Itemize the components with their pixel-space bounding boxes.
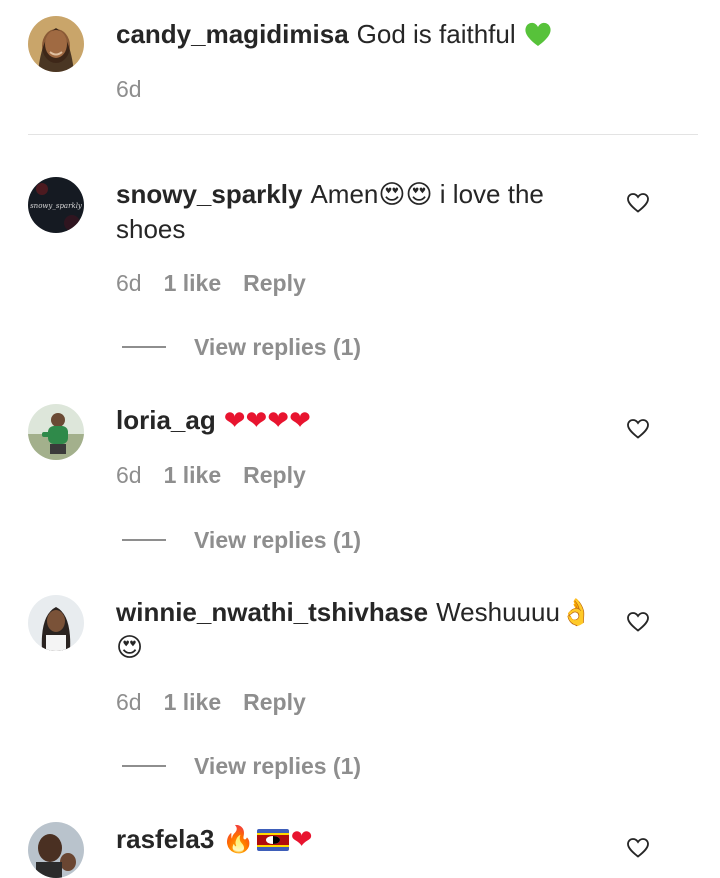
heart-outline-icon[interactable] <box>626 191 650 215</box>
heart-eyes-emoji: 😍😍 <box>378 180 433 210</box>
view-replies-button[interactable]: View replies (1) <box>122 751 361 781</box>
replies-divider-line <box>122 539 166 541</box>
comment-text: winnie_nwathi_tshivhase Weshuuuu👌 😍 <box>116 595 596 665</box>
red-hearts-emoji: ❤❤❤❤ <box>223 406 311 436</box>
comment-time: 6d <box>116 688 142 715</box>
avatar-candy[interactable] <box>28 16 84 72</box>
comment-username[interactable]: snowy_sparkly <box>116 179 302 209</box>
comment-time: 6d <box>116 461 142 488</box>
comment-meta: 6d 1 like Reply <box>116 460 306 490</box>
replies-divider-line <box>122 346 166 348</box>
green-heart-icon <box>525 22 551 46</box>
red-heart-emoji: ❤ <box>290 825 313 855</box>
replies-divider-line <box>122 765 166 767</box>
view-replies-label: View replies (1) <box>194 526 362 553</box>
view-replies-button[interactable]: View replies (1) <box>122 525 361 555</box>
eswatini-flag-icon <box>256 829 289 851</box>
caption-text: candy_magidimisa God is faithful <box>116 17 596 51</box>
ok-hand-emoji: 👌 <box>559 598 593 628</box>
avatar-snowy[interactable]: snowy_sparkly <box>28 177 84 233</box>
caption-username[interactable]: candy_magidimisa <box>116 19 349 49</box>
avatar-winnie[interactable] <box>28 595 84 651</box>
avatar-loria[interactable] <box>28 404 84 460</box>
reply-button[interactable]: Reply <box>243 689 306 716</box>
comment-meta: 6d 1 like Reply <box>116 268 306 298</box>
comment-body-rest: i love the <box>432 179 544 209</box>
comment-text: loria_ag ❤❤❤❤ <box>116 403 596 438</box>
view-replies-label: View replies (1) <box>194 752 362 779</box>
comment-username[interactable]: rasfela3 <box>116 824 214 854</box>
reply-button[interactable]: Reply <box>243 462 306 489</box>
caption-divider <box>28 134 698 135</box>
comment-likes[interactable]: 1 like <box>164 689 222 716</box>
comment-likes[interactable]: 1 like <box>164 270 222 297</box>
comment-likes[interactable]: 1 like <box>164 462 222 489</box>
comment-body: Weshuuuu <box>436 597 560 627</box>
view-replies-button[interactable]: View replies (1) <box>122 332 361 362</box>
comment-text: snowy_sparkly Amen😍😍 i love the shoes <box>116 177 596 246</box>
heart-outline-icon[interactable] <box>626 417 650 441</box>
comment-body: Amen <box>310 179 379 209</box>
heart-outline-icon[interactable] <box>626 610 650 634</box>
comment-text: rasfela3 🔥 ❤ <box>116 822 596 857</box>
fire-emoji: 🔥 <box>222 825 255 855</box>
caption-meta: 6d <box>116 74 142 104</box>
comment-time: 6d <box>116 269 142 296</box>
heart-eyes-emoji: 😍 <box>116 633 144 663</box>
comment-body-line2: shoes <box>116 214 186 244</box>
comment-username[interactable]: winnie_nwathi_tshivhase <box>116 597 428 627</box>
comment-username[interactable]: loria_ag <box>116 405 216 435</box>
heart-outline-icon[interactable] <box>626 836 650 860</box>
avatar-snowy-text: snowy_sparkly <box>30 202 83 210</box>
reply-button[interactable]: Reply <box>243 270 306 297</box>
caption-body: God is faithful <box>356 19 516 49</box>
view-replies-label: View replies (1) <box>194 333 362 360</box>
comment-meta: 6d 1 like Reply <box>116 687 306 717</box>
caption-time: 6d <box>116 75 142 102</box>
